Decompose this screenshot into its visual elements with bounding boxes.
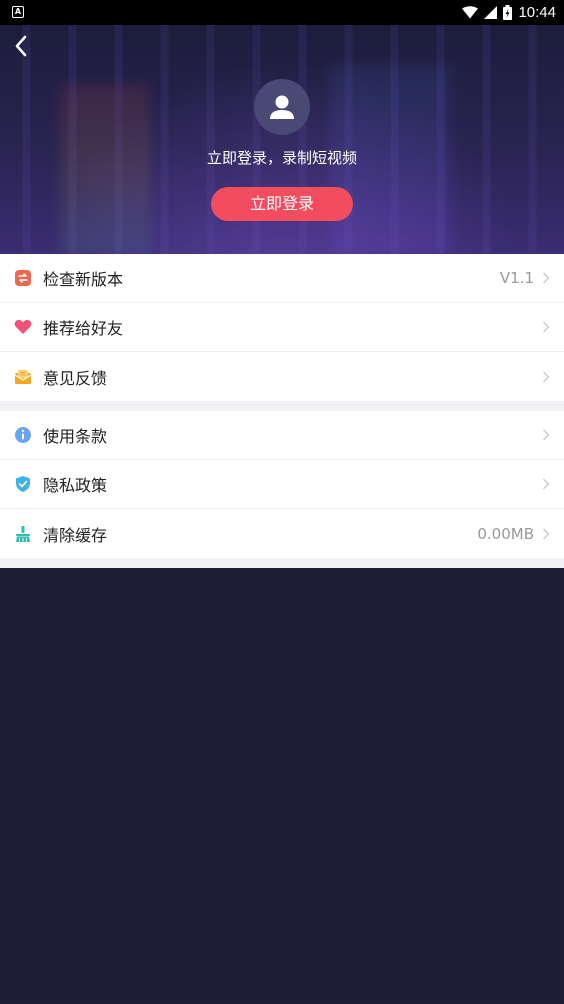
battery-icon (503, 5, 513, 20)
chevron-right-icon (543, 429, 550, 441)
menu-group-legal: 使用条款 隐私政策 清除缓存 0.00MB (0, 411, 564, 558)
menu-item-label: 隐私政策 (43, 476, 108, 495)
broom-icon (14, 525, 32, 543)
heart-icon (14, 318, 32, 336)
avatar[interactable] (254, 79, 310, 135)
user-avatar-icon (270, 95, 294, 119)
status-bar: A 10:44 (0, 0, 564, 25)
chevron-right-icon (543, 528, 550, 539)
menu-item-terms[interactable]: 使用条款 (0, 411, 564, 460)
chevron-right-icon (543, 371, 550, 382)
menu-group-general: 检查新版本 V1.1 推荐给好友 意见反馈 (0, 254, 564, 401)
menu-item-recommend[interactable]: 推荐给好友 (0, 303, 564, 352)
back-arrow-icon (15, 35, 27, 57)
menu-item-label: 使用条款 (43, 427, 108, 446)
back-button[interactable] (6, 31, 36, 61)
update-icon (14, 269, 32, 287)
section-divider (0, 558, 564, 568)
menu-item-privacy[interactable]: 隐私政策 (0, 460, 564, 509)
login-button[interactable]: 立即登录 (211, 187, 353, 221)
chevron-right-icon (543, 272, 550, 284)
login-prompt: 立即登录，录制短视频 (206, 149, 357, 167)
signal-icon (484, 6, 498, 19)
menu-item-label: 推荐给好友 (43, 319, 124, 338)
wifi-icon (462, 6, 479, 19)
chevron-right-icon (543, 321, 550, 333)
menu-item-clear-cache[interactable]: 清除缓存 0.00MB (0, 509, 564, 558)
menu-item-label: 清除缓存 (43, 525, 108, 545)
cache-size-value: 0.00MB (477, 524, 534, 543)
chevron-right-icon (543, 478, 550, 490)
profile-header: 立即登录，录制短视频 立即登录 (0, 25, 564, 254)
notification-icon: A (12, 6, 24, 18)
feedback-mail-icon (14, 368, 32, 386)
menu-item-check-update[interactable]: 检查新版本 V1.1 (0, 254, 564, 303)
status-time: 10:44 (518, 4, 556, 21)
info-icon (14, 426, 32, 444)
menu-item-feedback[interactable]: 意见反馈 (0, 352, 564, 401)
section-divider (0, 401, 564, 411)
menu-item-label: 检查新版本 (43, 270, 124, 289)
menu-item-label: 意见反馈 (43, 368, 108, 388)
version-value: V1.1 (499, 269, 534, 287)
status-icons: 10:44 (462, 0, 556, 25)
header-background-glow-left (60, 85, 150, 254)
shield-check-icon (14, 475, 32, 493)
